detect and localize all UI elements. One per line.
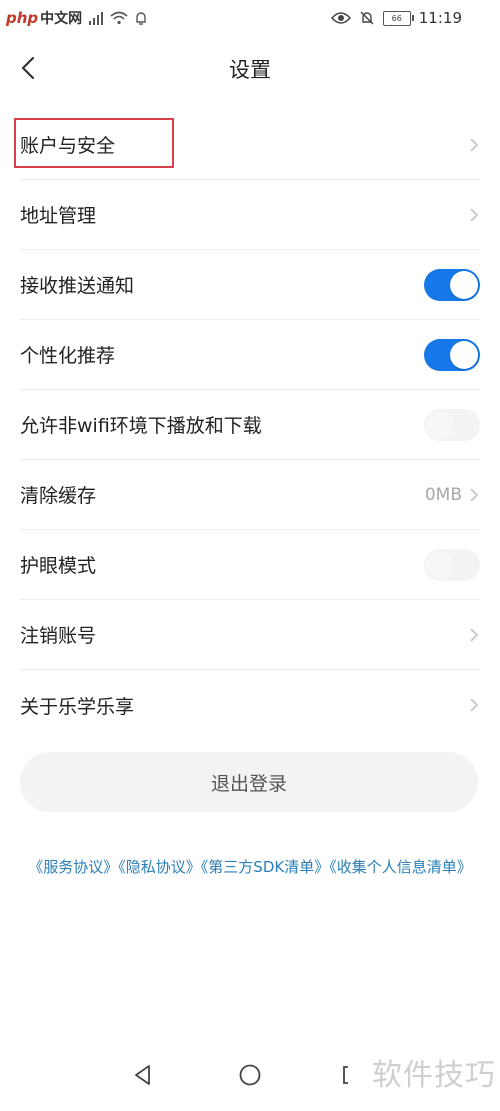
- chevron-right-icon: [470, 627, 479, 642]
- battery-indicator: 66: [382, 10, 414, 26]
- personal-info-list-link[interactable]: 《收集个人信息清单》: [329, 858, 472, 876]
- row-label: 护眼模式: [20, 555, 97, 577]
- row-right: [468, 600, 480, 669]
- watermark-php: php: [6, 9, 39, 27]
- row-right: [424, 390, 480, 459]
- chevron-right-icon: [470, 137, 479, 152]
- watermark-logo: php 中文网: [6, 8, 82, 28]
- status-right: 66 11:19: [330, 6, 462, 30]
- header: 设置: [0, 36, 500, 100]
- page-title: 设置: [229, 58, 271, 82]
- settings-row-deregister[interactable]: 注销账号: [20, 600, 480, 670]
- service-agreement-link[interactable]: 《服务协议》: [28, 858, 118, 876]
- status-left: php 中文网: [6, 4, 148, 32]
- row-right: [468, 670, 480, 740]
- nav-home-icon[interactable]: [237, 1062, 263, 1088]
- cache-size-value: 0MB: [424, 484, 462, 505]
- status-time: 11:19: [418, 9, 462, 27]
- toggle-knob: [426, 550, 454, 579]
- row-label: 关于乐学乐享: [20, 695, 135, 718]
- settings-row-personalized: 个性化推荐: [20, 320, 480, 390]
- wifi-icon: [110, 11, 128, 25]
- eye-icon: [330, 12, 351, 24]
- nav-recents-icon[interactable]: [340, 1062, 366, 1088]
- settings-row-cache[interactable]: 清除缓存 0MB: [20, 460, 480, 530]
- personalized-toggle[interactable]: [424, 338, 480, 371]
- toggle-knob: [426, 410, 454, 439]
- status-bar: php 中文网 66 11:19: [0, 0, 500, 36]
- row-label: 接收推送通知: [20, 275, 135, 297]
- toggle-knob: [450, 270, 478, 299]
- settings-row-address[interactable]: 地址管理: [20, 180, 480, 250]
- eye-mode-toggle[interactable]: [424, 548, 480, 581]
- non-wifi-toggle[interactable]: [424, 408, 480, 441]
- notification-bell-icon: [136, 11, 146, 25]
- row-label: 地址管理: [20, 205, 97, 227]
- row-right: [424, 530, 480, 599]
- settings-row-push: 接收推送通知: [20, 250, 480, 320]
- logout-button[interactable]: 退出登录: [20, 752, 478, 812]
- chevron-right-icon: [470, 698, 479, 712]
- push-toggle[interactable]: [424, 268, 480, 301]
- row-label: 账户与安全: [20, 135, 116, 157]
- agreement-links: 《服务协议》《隐私协议》《第三方SDK清单》《收集个人信息清单》: [24, 856, 476, 878]
- mute-bell-icon: [360, 11, 374, 25]
- settings-row-account-security[interactable]: 账户与安全: [14, 110, 480, 180]
- row-label: 注销账号: [20, 625, 97, 647]
- row-label: 个性化推荐: [20, 345, 116, 367]
- settings-row-non-wifi: 允许非wifi环境下播放和下载: [20, 390, 480, 460]
- settings-list: 账户与安全 地址管理 接收推送通知 个性化推荐 允许非wifi环境下播放和下载: [0, 110, 500, 740]
- settings-row-eye-mode: 护眼模式: [20, 530, 480, 600]
- row-label: 允许非wifi环境下播放和下载: [20, 415, 262, 437]
- watermark-cn: 中文网: [40, 11, 83, 27]
- settings-row-about[interactable]: 关于乐学乐享: [20, 670, 480, 740]
- privacy-agreement-link[interactable]: 《隐私协议》: [118, 858, 201, 876]
- row-label: 清除缓存: [20, 485, 97, 507]
- row-right: 0MB: [425, 460, 480, 529]
- row-right: [468, 110, 480, 179]
- row-right: [468, 180, 480, 249]
- row-right: [424, 320, 480, 389]
- row-right: [424, 250, 480, 319]
- signal-icon: [89, 12, 104, 25]
- nav-back-icon[interactable]: [130, 1062, 156, 1088]
- toggle-knob: [450, 340, 478, 369]
- third-party-sdk-link[interactable]: 《第三方SDK清单》: [201, 858, 329, 876]
- chevron-right-icon: [470, 207, 479, 222]
- watermark-text: 软件技巧: [372, 1058, 496, 1093]
- chevron-right-icon: [470, 487, 479, 502]
